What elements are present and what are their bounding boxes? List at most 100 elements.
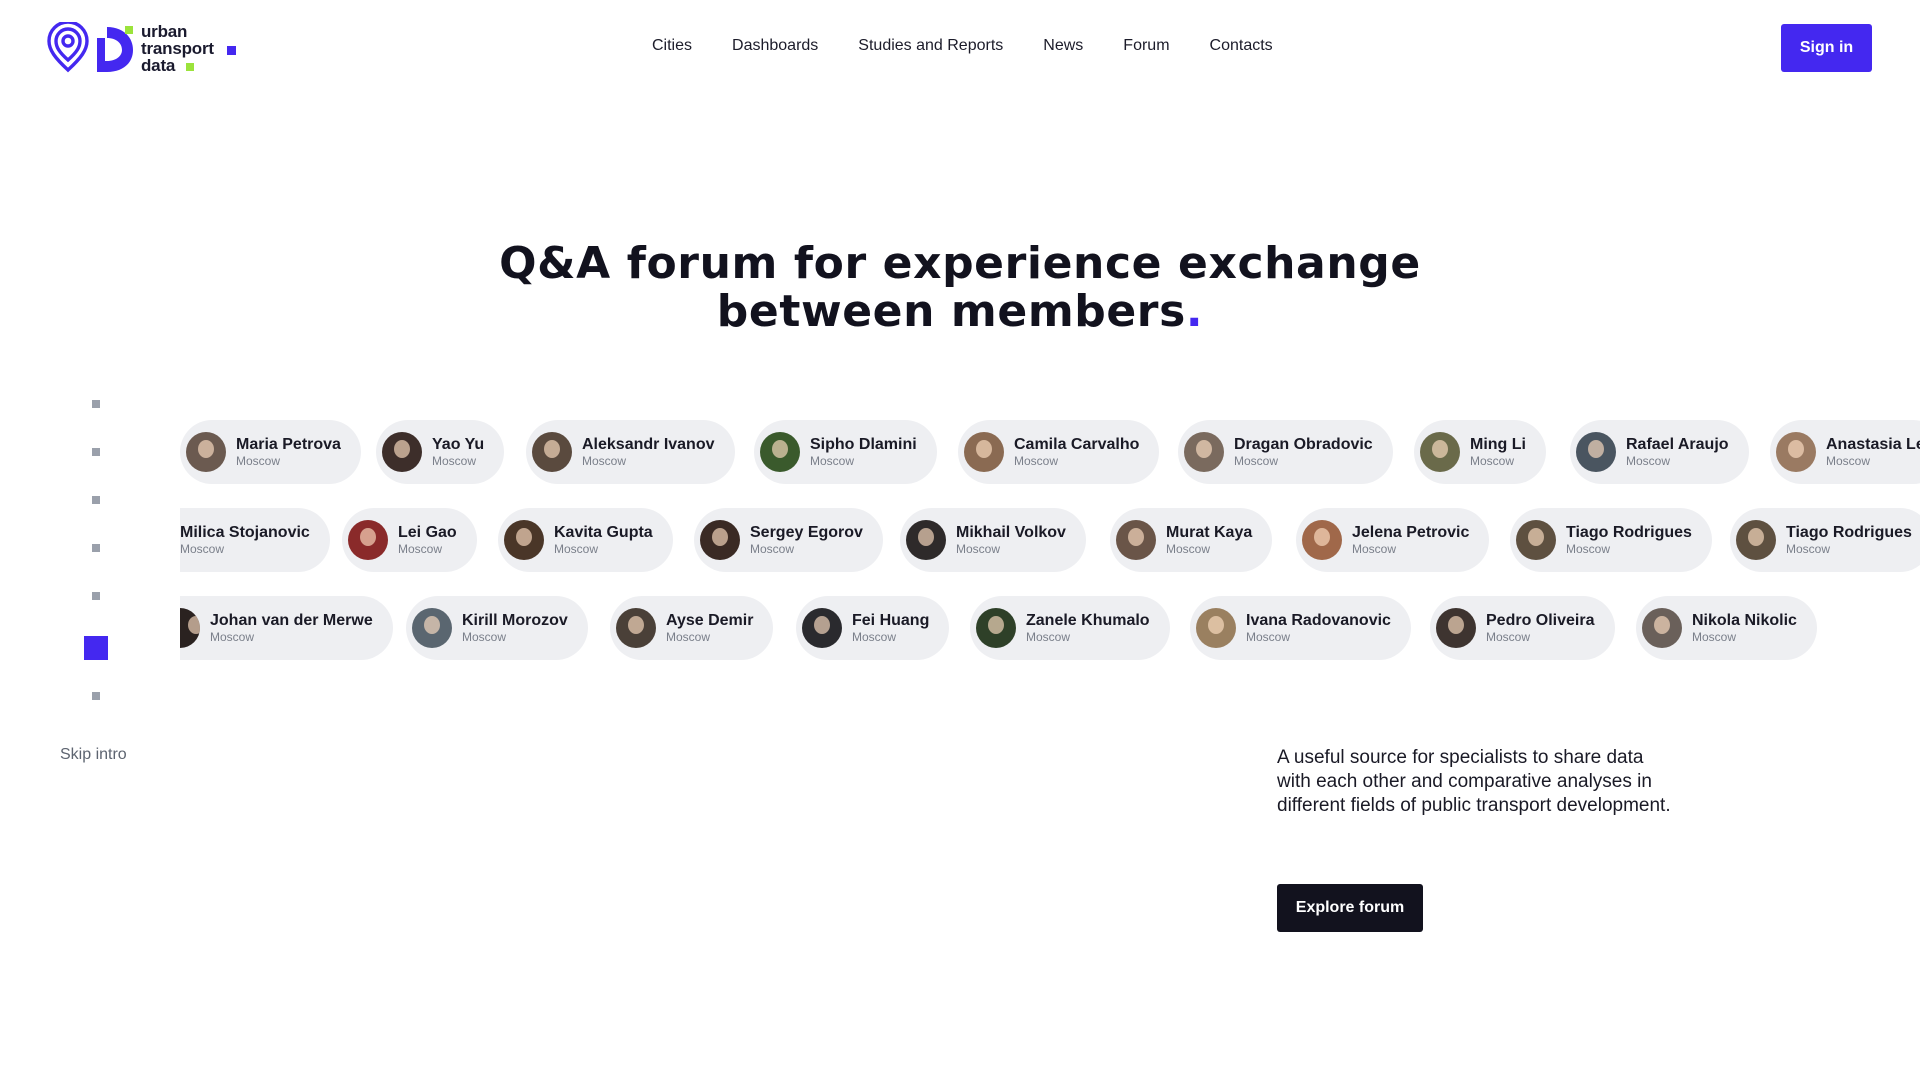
main-nav: Cities Dashboards Studies and Reports Ne… bbox=[652, 36, 1273, 56]
avatar bbox=[802, 608, 842, 648]
member-chip[interactable]: Johan van der Merwe Moscow bbox=[180, 596, 393, 660]
member-chip[interactable]: Ming Li Moscow bbox=[1414, 420, 1546, 484]
member-city: Moscow bbox=[210, 630, 255, 644]
member-city: Moscow bbox=[852, 630, 897, 644]
member-city: Moscow bbox=[1234, 454, 1279, 468]
member-chip[interactable]: Anastasia Le Moscow bbox=[1770, 420, 1920, 484]
member-chip[interactable]: Ayse Demir Moscow bbox=[610, 596, 774, 660]
member-chip[interactable]: Aleksandr Ivanov Moscow bbox=[526, 420, 735, 484]
member-chip[interactable]: Tiago Rodrigues Moscow bbox=[1510, 508, 1712, 572]
avatar bbox=[382, 432, 422, 472]
page-title-line-2: between members bbox=[716, 286, 1186, 337]
member-chip[interactable]: Kavita Gupta Moscow bbox=[498, 508, 673, 572]
member-chip[interactable]: Kirill Morozov Moscow bbox=[406, 596, 588, 660]
avatar bbox=[1436, 608, 1476, 648]
member-chip[interactable]: Sergey Egorov Moscow bbox=[694, 508, 883, 572]
page-title: Q&A forum for experience exchange betwee… bbox=[0, 240, 1920, 336]
member-chip[interactable]: Jelena Petrovic Moscow bbox=[1296, 508, 1490, 572]
member-city: Moscow bbox=[666, 630, 711, 644]
member-chip[interactable]: Ivana Radovanovic Moscow bbox=[1190, 596, 1411, 660]
member-city: Moscow bbox=[1692, 630, 1737, 644]
member-name: Jelena Petrovic bbox=[1352, 524, 1470, 541]
member-name: Fei Huang bbox=[852, 612, 930, 629]
member-chip[interactable]: Milica Stojanovic Moscow bbox=[180, 508, 330, 572]
member-city: Moscow bbox=[1566, 542, 1611, 556]
intro-step-3[interactable] bbox=[92, 496, 100, 504]
intro-step-2[interactable] bbox=[92, 448, 100, 456]
sign-in-button[interactable]: Sign in bbox=[1781, 24, 1872, 72]
logo[interactable]: urban transport data bbox=[47, 22, 243, 74]
member-city: Moscow bbox=[1486, 630, 1531, 644]
member-name: Zanele Khumalo bbox=[1026, 612, 1150, 629]
logo-line-1: urban bbox=[141, 22, 188, 41]
explore-forum-button[interactable]: Explore forum bbox=[1277, 884, 1423, 932]
logo-blue-square bbox=[227, 46, 236, 55]
member-chip[interactable]: Murat Kaya Moscow bbox=[1110, 508, 1273, 572]
member-chip[interactable]: Zanele Khumalo Moscow bbox=[970, 596, 1170, 660]
member-chip[interactable]: Maria Petrova Moscow bbox=[180, 420, 361, 484]
member-name: Tiago Rodrigues bbox=[1566, 524, 1692, 541]
member-chip[interactable]: Mikhail Volkov Moscow bbox=[900, 508, 1086, 572]
member-chip[interactable]: Sipho Dlamini Moscow bbox=[754, 420, 937, 484]
member-name: Milica Stojanovic bbox=[180, 524, 310, 541]
member-name: Lei Gao bbox=[398, 524, 457, 541]
member-chip[interactable]: Rafael Araujo Moscow bbox=[1570, 420, 1749, 484]
member-name: Kirill Morozov bbox=[462, 612, 568, 629]
member-name: Johan van der Merwe bbox=[210, 612, 373, 629]
intro-step-6-active[interactable] bbox=[84, 636, 108, 660]
member-name: Camila Carvalho bbox=[1014, 436, 1140, 453]
nav-item-news[interactable]: News bbox=[1043, 36, 1083, 56]
member-city: Moscow bbox=[462, 630, 507, 644]
avatar bbox=[1116, 520, 1156, 560]
member-chip[interactable]: Nikola Nikolic Moscow bbox=[1636, 596, 1817, 660]
avatar bbox=[1516, 520, 1556, 560]
member-name: Ayse Demir bbox=[666, 612, 754, 629]
member-name: Sipho Dlamini bbox=[810, 436, 917, 453]
member-chip[interactable]: Tiago Rodrigues Moscow bbox=[1730, 508, 1920, 572]
member-name: Tiago Rodrigues bbox=[1786, 524, 1912, 541]
nav-item-dashboards[interactable]: Dashboards bbox=[732, 36, 818, 56]
member-chip[interactable]: Pedro Oliveira Moscow bbox=[1430, 596, 1615, 660]
nav-item-cities[interactable]: Cities bbox=[652, 36, 692, 56]
member-city: Moscow bbox=[582, 454, 627, 468]
avatar bbox=[976, 608, 1016, 648]
nav-item-studies-and-reports[interactable]: Studies and Reports bbox=[858, 36, 1003, 56]
member-city: Moscow bbox=[236, 454, 281, 468]
member-city: Moscow bbox=[1246, 630, 1291, 644]
member-chip[interactable]: Yao Yu Moscow bbox=[376, 420, 505, 484]
member-city: Moscow bbox=[1826, 454, 1871, 468]
avatar bbox=[1420, 432, 1460, 472]
member-city: Moscow bbox=[1166, 542, 1211, 556]
member-row-2: Milica Stojanovic Moscow Lei Gao Moscow Ka… bbox=[180, 508, 1920, 572]
nav-item-contacts[interactable]: Contacts bbox=[1210, 36, 1273, 56]
page-title-dot: . bbox=[1185, 286, 1204, 337]
member-name: Yao Yu bbox=[432, 436, 485, 453]
avatar bbox=[964, 432, 1004, 472]
avatar bbox=[760, 432, 800, 472]
member-city: Moscow bbox=[1026, 630, 1071, 644]
avatar bbox=[1196, 608, 1236, 648]
avatar bbox=[180, 608, 200, 648]
member-city: Moscow bbox=[1626, 454, 1671, 468]
member-name: Mikhail Volkov bbox=[956, 524, 1066, 541]
logo-wordmark: urban transport data bbox=[141, 23, 214, 74]
intro-step-7[interactable] bbox=[92, 692, 100, 700]
intro-step-5[interactable] bbox=[92, 592, 100, 600]
nav-item-forum[interactable]: Forum bbox=[1123, 36, 1169, 56]
forum-description: A useful source for specialists to share… bbox=[1277, 747, 1671, 816]
member-name: Kavita Gupta bbox=[554, 524, 653, 541]
member-city: Moscow bbox=[1786, 542, 1831, 556]
intro-step-1[interactable] bbox=[92, 400, 100, 408]
member-chip[interactable]: Camila Carvalho Moscow bbox=[958, 420, 1160, 484]
intro-step-4[interactable] bbox=[92, 544, 100, 552]
avatar bbox=[1184, 432, 1224, 472]
avatar bbox=[906, 520, 946, 560]
page-title-line-1: Q&A forum for experience exchange bbox=[499, 238, 1421, 289]
member-chip[interactable]: Dragan Obradovic Moscow bbox=[1178, 420, 1393, 484]
member-chips-marquee: Maria Petrova Moscow Yao Yu Moscow Aleksan… bbox=[180, 416, 1920, 672]
member-chip[interactable]: Fei Huang Moscow bbox=[796, 596, 950, 660]
member-chip[interactable]: Lei Gao Moscow bbox=[342, 508, 477, 572]
member-city: Moscow bbox=[956, 542, 1001, 556]
skip-intro-link[interactable]: Skip intro bbox=[60, 746, 127, 764]
avatar bbox=[1776, 432, 1816, 472]
